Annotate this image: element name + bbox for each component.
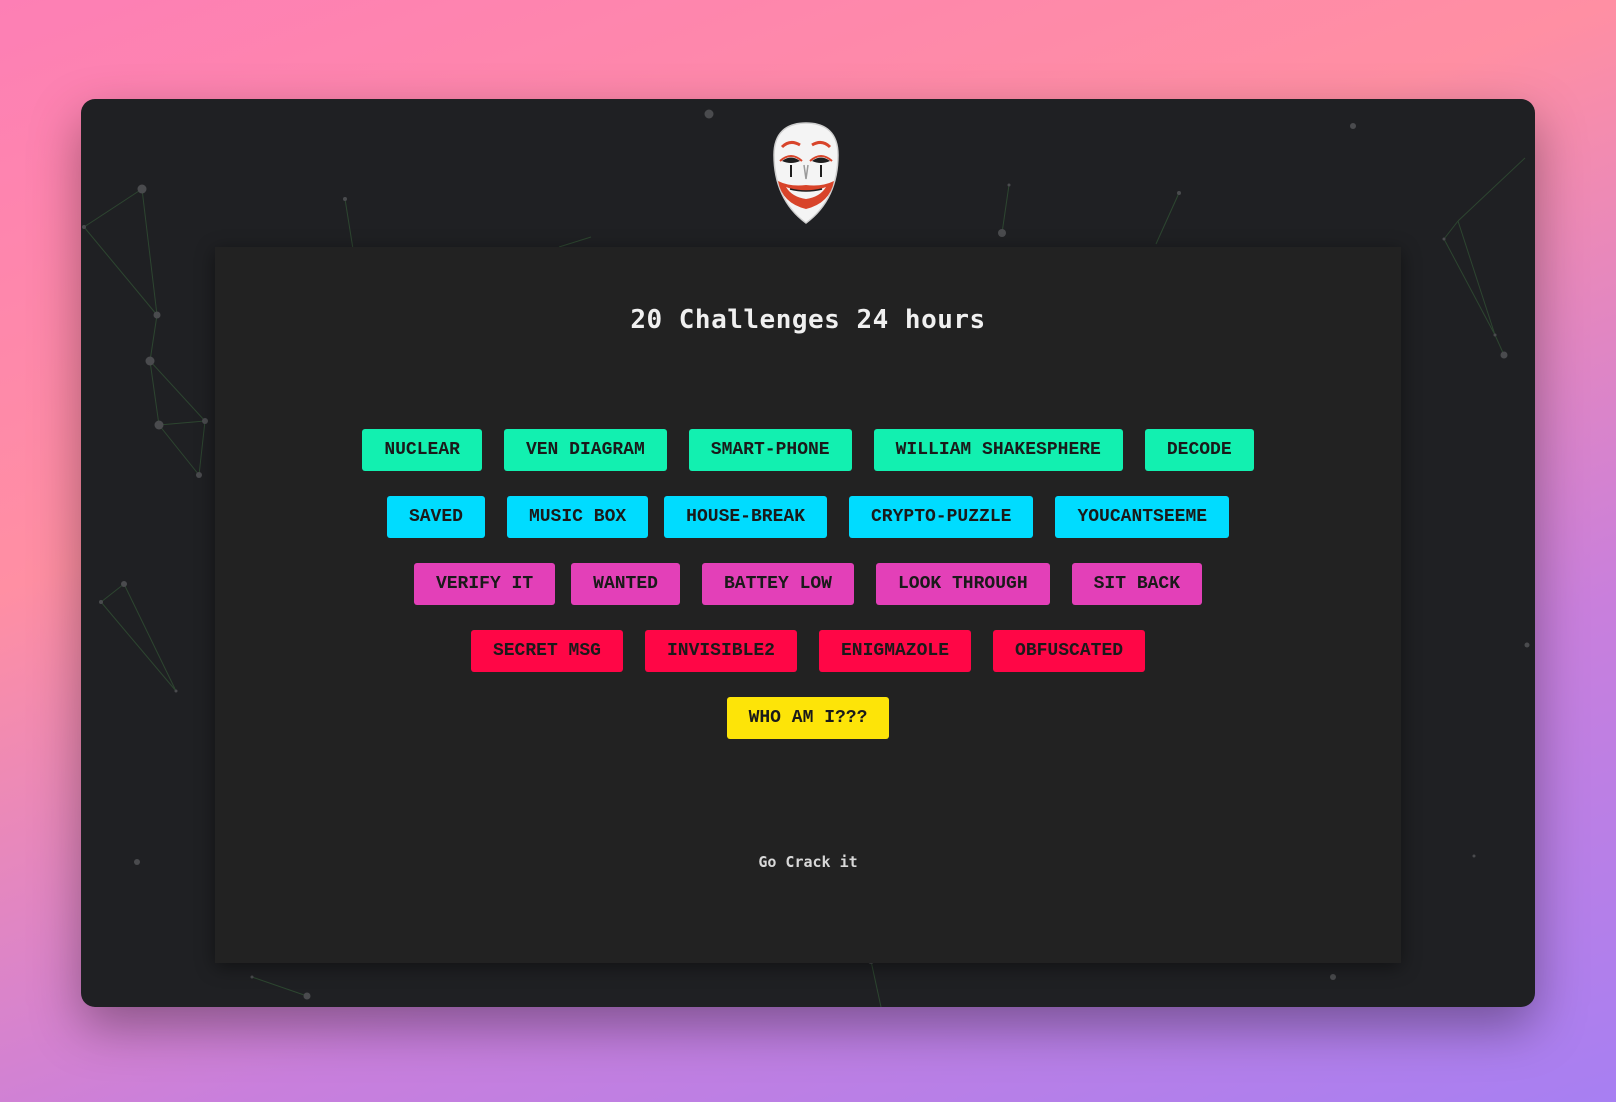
challenge-button-look-through[interactable]: LOOK THROUGH — [876, 563, 1050, 605]
challenge-button-music-box[interactable]: MUSIC BOX — [506, 496, 649, 538]
challenge-button-verify-it[interactable]: VERIFY IT — [413, 563, 556, 605]
challenge-button-sit-back[interactable]: SIT BACK — [1071, 563, 1203, 605]
challenge-button-ven-diagram[interactable]: VEN DIAGRAM — [503, 429, 667, 471]
challenge-button-secret-msg[interactable]: SECRET MSG — [470, 630, 623, 672]
challenge-button-decode[interactable]: DECODE — [1144, 429, 1254, 471]
challenge-row-4: SECRET MSG INVISIBLE2 ENIGMAZOLE OBFUSCA… — [215, 630, 1401, 672]
challenge-button-invisible2[interactable]: INVISIBLE2 — [644, 630, 797, 672]
challenge-row-5: WHO AM I??? — [215, 697, 1401, 739]
challenge-button-youcantseeme[interactable]: YOUCANTSEEME — [1055, 496, 1230, 538]
page-title: 20 Challenges 24 hours — [630, 305, 986, 335]
challenge-button-nuclear[interactable]: NUCLEAR — [362, 429, 482, 471]
challenge-row-3: VERIFY IT WANTED BATTEY LOW LOOK THROUGH… — [215, 563, 1401, 605]
challenge-button-enigmazole[interactable]: ENIGMAZOLE — [819, 630, 972, 672]
challenge-button-wanted[interactable]: WANTED — [571, 563, 680, 605]
challenge-button-obfuscated[interactable]: OBFUSCATED — [993, 630, 1146, 672]
challenge-button-who-am-i[interactable]: WHO AM I??? — [726, 697, 890, 739]
challenge-row-2: SAVED MUSIC BOX HOUSE-BREAK CRYPTO-PUZZL… — [215, 496, 1401, 538]
mask-icon — [773, 122, 839, 224]
footer-text: Go Crack it — [758, 853, 858, 871]
challenge-grid: NUCLEAR VEN DIAGRAM SMART-PHONE WILLIAM … — [215, 429, 1401, 764]
challenges-panel: 20 Challenges 24 hours NUCLEAR VEN DIAGR… — [215, 247, 1401, 963]
challenge-button-house-break[interactable]: HOUSE-BREAK — [664, 496, 827, 538]
challenge-button-battey-low[interactable]: BATTEY LOW — [701, 563, 854, 605]
app-window: 20 Challenges 24 hours NUCLEAR VEN DIAGR… — [81, 99, 1535, 1007]
challenge-button-saved[interactable]: SAVED — [386, 496, 485, 538]
challenge-row-1: NUCLEAR VEN DIAGRAM SMART-PHONE WILLIAM … — [215, 429, 1401, 471]
challenge-button-crypto-puzzle[interactable]: CRYPTO-PUZZLE — [849, 496, 1034, 538]
challenge-button-smart-phone[interactable]: SMART-PHONE — [688, 429, 852, 471]
challenge-button-william-shakesphere[interactable]: WILLIAM SHAKESPHERE — [873, 429, 1123, 471]
